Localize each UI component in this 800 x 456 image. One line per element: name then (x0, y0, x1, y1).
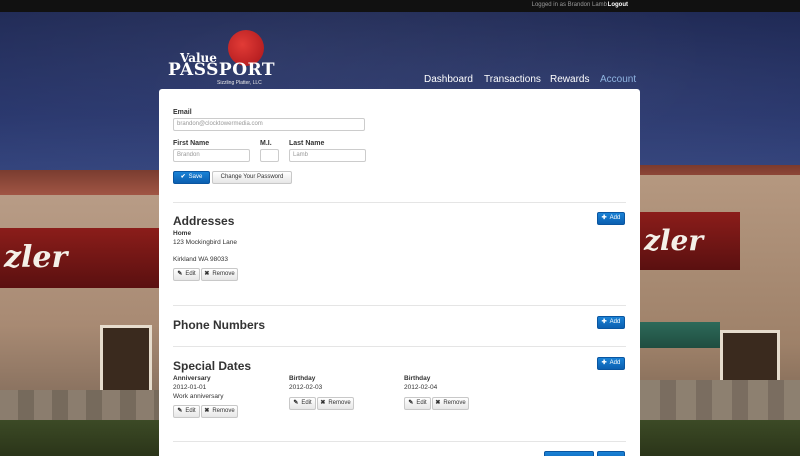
divider (173, 346, 626, 347)
building-right-awning (640, 322, 720, 348)
edit-label: Edit (416, 400, 427, 406)
edit-date-button[interactable]: ✎ Edit (173, 405, 200, 418)
check-icon: ✔ (180, 174, 186, 180)
account-panel: Email brandon@clocktowermedia.com First … (159, 89, 640, 456)
add-special-date-label: Add (609, 360, 621, 366)
bottom-primary-button[interactable] (544, 451, 594, 456)
remove-date-button[interactable]: ✖ Remove (201, 405, 238, 418)
address-line2: Kirkland WA 98033 (173, 256, 229, 263)
special-date-value: 2012-01-01 (173, 384, 207, 391)
last-name-field[interactable]: Lamb (289, 149, 366, 162)
phone-numbers-title: Phone Numbers (173, 318, 266, 332)
building-right-sign: zler (640, 212, 740, 270)
divider (173, 202, 626, 203)
divider (173, 305, 626, 306)
bottom-secondary-button[interactable] (597, 451, 625, 456)
email-label: Email (173, 109, 192, 116)
remove-label: Remove (212, 271, 235, 277)
first-name-field[interactable]: Brandon (173, 149, 250, 162)
pencil-icon: ✎ (177, 271, 183, 277)
x-icon: ✖ (320, 400, 326, 406)
x-icon: ✖ (204, 408, 210, 414)
add-special-date-button[interactable]: ✚ Add (597, 357, 625, 370)
special-date-value: 2012-02-04 (404, 384, 438, 391)
add-phone-button[interactable]: ✚ Add (597, 316, 625, 329)
special-dates-title: Special Dates (173, 359, 252, 373)
nav-rewards[interactable]: Rewards (550, 74, 589, 85)
addresses-title: Addresses (173, 214, 235, 228)
edit-label: Edit (185, 408, 196, 414)
building-right-sign-text: zler (644, 224, 704, 257)
add-address-button[interactable]: ✚ Add (597, 212, 625, 225)
last-name-label: Last Name (289, 140, 325, 147)
building-left-window (100, 325, 152, 400)
special-date-type: Birthday (404, 375, 431, 382)
save-button[interactable]: ✔ Save (173, 171, 210, 184)
logged-in-text: Logged in as Brandon Lamb (531, 2, 607, 8)
plus-icon: ✚ (601, 360, 607, 366)
x-icon: ✖ (204, 271, 210, 277)
special-date-type: Birthday (289, 375, 316, 382)
remove-date-button[interactable]: ✖ Remove (317, 397, 354, 410)
building-left-sign-text: zler (4, 240, 68, 275)
pencil-icon: ✎ (177, 408, 183, 414)
edit-date-button[interactable]: ✎ Edit (289, 397, 316, 410)
mi-label: M.I. (260, 140, 272, 147)
first-name-label: First Name (173, 140, 210, 147)
logout-link[interactable]: Logout (608, 2, 628, 8)
change-password-button[interactable]: Change Your Password (212, 171, 292, 184)
edit-label: Edit (185, 271, 196, 277)
mi-field[interactable] (260, 149, 279, 162)
special-date-type: Anniversary (173, 375, 211, 382)
pencil-icon: ✎ (408, 400, 414, 406)
special-date-value: 2012-02-03 (289, 384, 323, 391)
edit-date-button[interactable]: ✎ Edit (404, 397, 431, 410)
remove-label: Remove (443, 400, 466, 406)
nav-transactions[interactable]: Transactions (484, 74, 541, 85)
email-field[interactable]: brandon@clocktowermedia.com (173, 118, 365, 131)
address-line1: 123 Mockingbird Lane (173, 239, 237, 246)
remove-date-button[interactable]: ✖ Remove (432, 397, 469, 410)
nav-account[interactable]: Account (600, 74, 636, 85)
plus-icon: ✚ (601, 215, 607, 221)
remove-address-button[interactable]: ✖ Remove (201, 268, 238, 281)
plus-icon: ✚ (601, 319, 607, 325)
special-date-note: Work anniversary (173, 393, 224, 400)
address-name: Home (173, 230, 192, 237)
save-label: Save (188, 174, 203, 180)
add-phone-label: Add (609, 319, 621, 325)
edit-address-button[interactable]: ✎ Edit (173, 268, 200, 281)
add-address-label: Add (609, 215, 621, 221)
x-icon: ✖ (435, 400, 441, 406)
top-bar: Logged in as Brandon Lamb Logout (0, 0, 800, 12)
edit-label: Edit (301, 400, 312, 406)
main-nav: Dashboard Transactions Rewards Account (0, 74, 800, 88)
remove-label: Remove (212, 408, 235, 414)
nav-dashboard[interactable]: Dashboard (424, 74, 473, 85)
remove-label: Remove (328, 400, 351, 406)
divider (173, 441, 626, 442)
pencil-icon: ✎ (293, 400, 299, 406)
building-left-sign: zler (0, 228, 160, 288)
